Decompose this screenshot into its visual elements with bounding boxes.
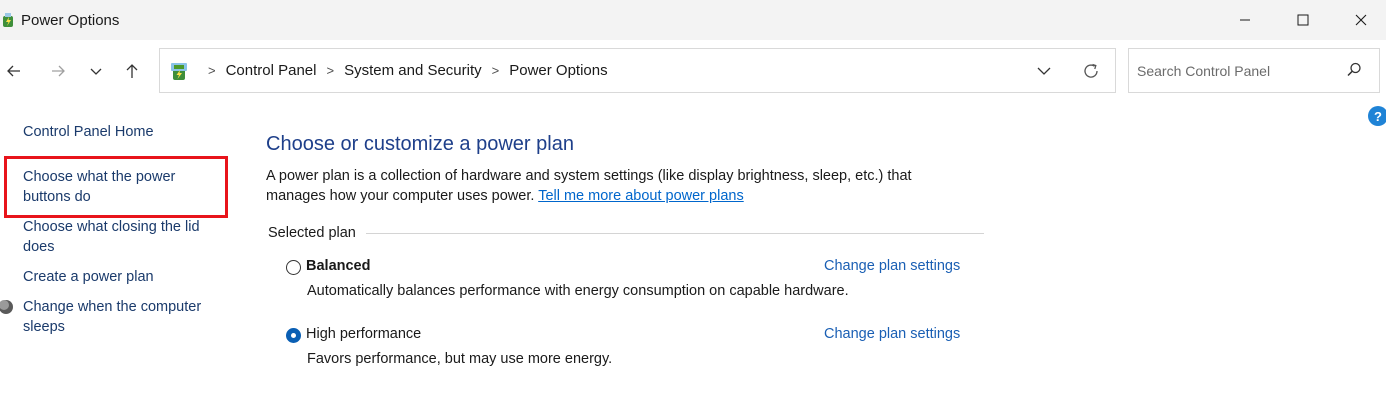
plan-high-performance-radio[interactable] <box>286 328 301 343</box>
search-input[interactable] <box>1137 59 1337 83</box>
forward-button[interactable] <box>44 57 72 85</box>
plan-name[interactable]: Balanced <box>306 258 370 274</box>
breadcrumb-separator[interactable]: > <box>492 63 500 78</box>
page-description: A power plan is a collection of hardware… <box>266 166 966 206</box>
arrow-up-icon <box>126 64 138 78</box>
breadcrumb-separator: > <box>208 63 216 78</box>
breadcrumb: > Control Panel > System and Security > … <box>198 49 608 92</box>
sidebar-item-power-buttons[interactable]: Choose what the power buttons do <box>23 167 223 207</box>
close-button[interactable] <box>1332 0 1386 40</box>
address-bar[interactable]: > Control Panel > System and Security > … <box>159 48 1116 93</box>
search-icon[interactable] <box>1345 61 1363 79</box>
minimize-icon <box>1240 19 1250 21</box>
chevron-down-icon <box>90 68 102 75</box>
close-icon <box>1355 14 1367 26</box>
sidebar-item-control-panel-home[interactable]: Control Panel Home <box>23 122 223 142</box>
control-panel-icon <box>168 60 190 82</box>
refresh-icon <box>1084 63 1098 78</box>
breadcrumb-control-panel[interactable]: Control Panel <box>226 62 317 79</box>
breadcrumb-system-and-security[interactable]: System and Security <box>344 62 482 79</box>
help-icon[interactable]: ? <box>1368 106 1386 126</box>
up-button[interactable] <box>118 57 146 85</box>
sidebar-item-create-power-plan[interactable]: Create a power plan <box>23 267 223 287</box>
tell-me-more-link[interactable]: Tell me more about power plans <box>538 188 744 204</box>
change-plan-settings-link[interactable]: Change plan settings <box>824 258 960 274</box>
plan-balanced-radio[interactable] <box>286 260 301 275</box>
recent-locations-button[interactable] <box>82 57 110 85</box>
power-options-icon <box>0 11 16 29</box>
selected-plan-label: Selected plan <box>268 225 364 241</box>
maximize-button[interactable] <box>1274 0 1332 40</box>
address-history-dropdown[interactable] <box>1034 61 1054 81</box>
arrow-left-icon <box>7 65 20 77</box>
breadcrumb-power-options[interactable]: Power Options <box>509 62 607 79</box>
plan-name[interactable]: High performance <box>306 326 421 342</box>
search-box[interactable] <box>1128 48 1380 93</box>
maximize-icon <box>1297 14 1309 26</box>
chevron-down-icon <box>1037 67 1051 75</box>
sidebar-item-closing-lid[interactable]: Choose what closing the lid does <box>23 217 223 257</box>
sidebar-item-computer-sleeps[interactable]: Change when the computer sleeps <box>23 297 223 337</box>
navigation-bar: > Control Panel > System and Security > … <box>0 40 1386 102</box>
refresh-button[interactable] <box>1080 60 1102 82</box>
change-plan-settings-link[interactable]: Change plan settings <box>824 326 960 342</box>
moon-icon <box>0 299 14 315</box>
sidebar: Control Panel Home Choose what the power… <box>0 102 240 399</box>
breadcrumb-separator[interactable]: > <box>326 63 334 78</box>
plan-description: Automatically balances performance with … <box>307 283 849 299</box>
back-button[interactable] <box>0 57 28 85</box>
arrow-right-icon <box>52 65 65 77</box>
plan-description: Favors performance, but may use more ene… <box>307 351 613 367</box>
window-title: Power Options <box>21 12 120 29</box>
page-title: Choose or customize a power plan <box>266 133 574 155</box>
minimize-button[interactable] <box>1216 0 1274 40</box>
group-divider <box>366 233 984 234</box>
title-bar: Power Options <box>0 0 1386 40</box>
